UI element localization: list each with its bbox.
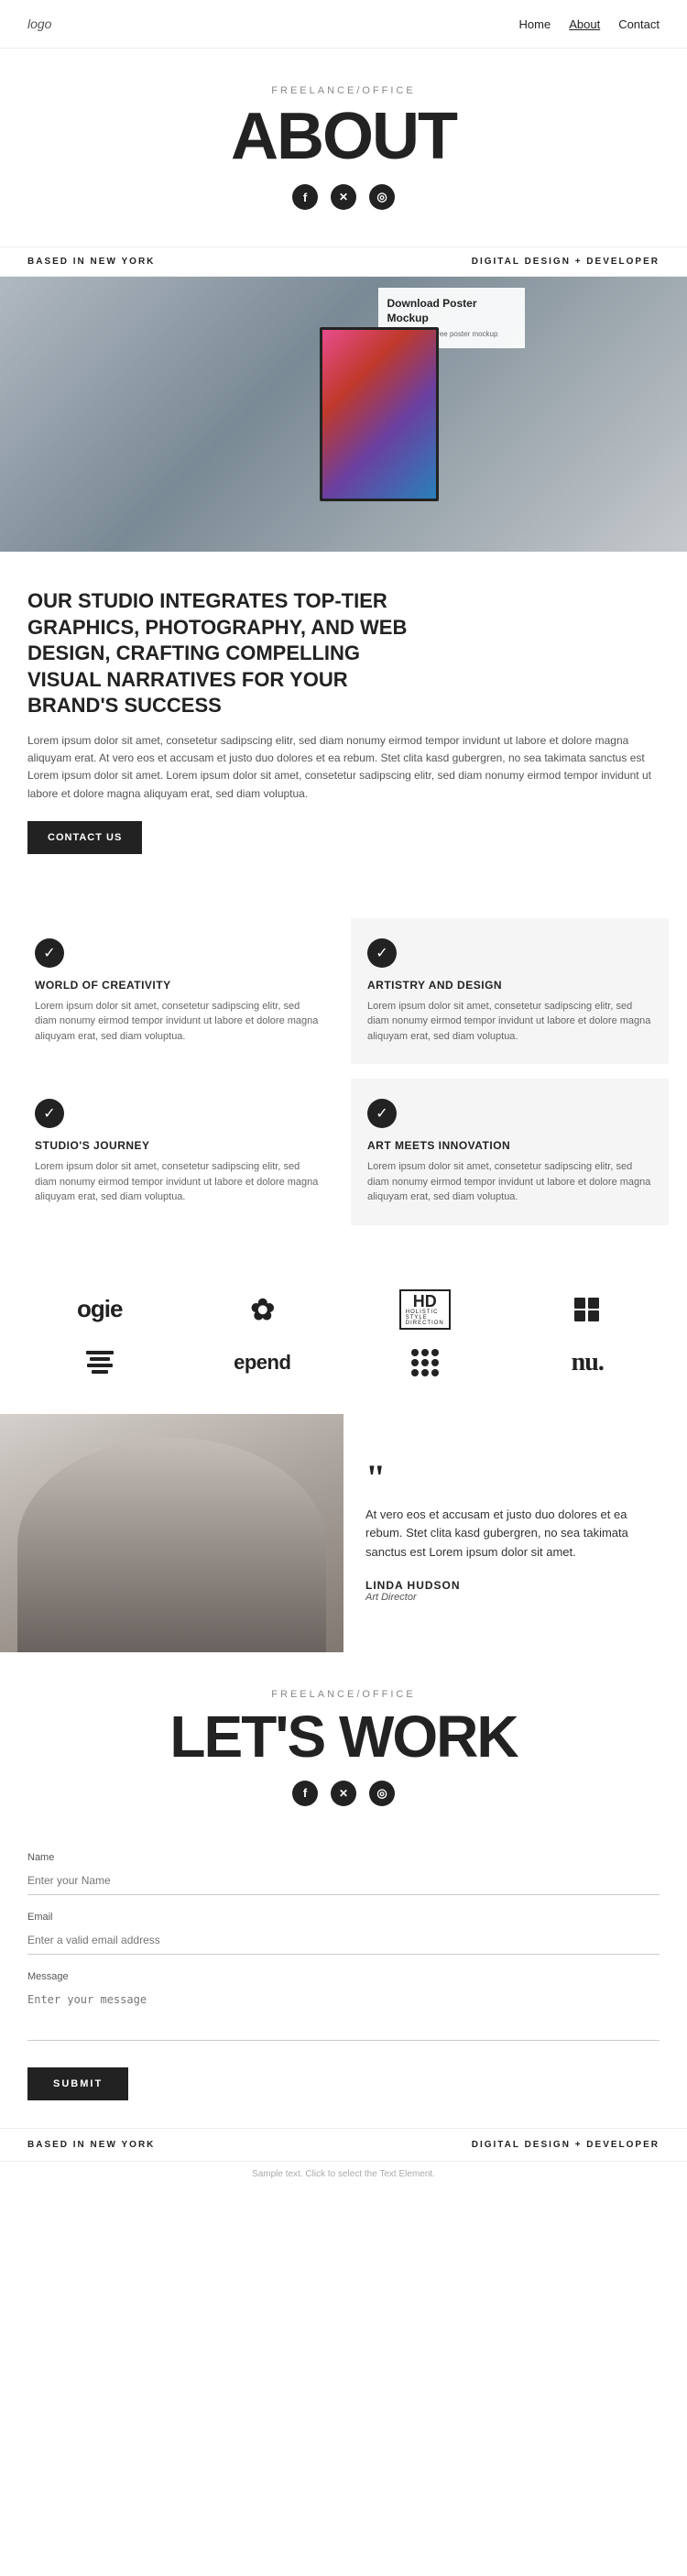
feature-card-3: ✓ ART MEETS INNOVATION Lorem ipsum dolor…: [351, 1079, 669, 1225]
nav-contact[interactable]: Contact: [618, 17, 660, 31]
contact-form: Name Email Message SUBMIT: [0, 1834, 687, 2128]
nav-home[interactable]: Home: [519, 17, 551, 31]
hero-sublabel: FREELANCE/OFFICE: [18, 85, 669, 96]
footer-sample-text: Sample text. Click to select the Text El…: [0, 2161, 687, 2187]
studio-body: Lorem ipsum dolor sit amet, consetetur s…: [27, 732, 660, 803]
check-icon-2: ✓: [35, 1099, 64, 1128]
name-input[interactable]: [27, 1867, 660, 1895]
feature-card-0: ✓ WORLD OF CREATIVITY Lorem ipsum dolor …: [18, 918, 336, 1065]
hero-socials: f ✕ ◎: [18, 184, 669, 210]
studio-title: OUR STUDIO INTEGRATES TOP-TIER GRAPHICS,…: [27, 588, 412, 719]
instagram-icon[interactable]: ◎: [369, 184, 395, 210]
hero-section: FREELANCE/OFFICE ABOUT f ✕ ◎: [0, 49, 687, 237]
logo-hd: HD HOLISTICSTYLEDIRECTION: [399, 1289, 451, 1330]
name-label: Name: [27, 1852, 660, 1863]
message-label: Message: [27, 1971, 660, 1982]
features-grid: ✓ WORLD OF CREATIVITY Lorem ipsum dolor …: [18, 918, 669, 1225]
feature-body-0: Lorem ipsum dolor sit amet, consetetur s…: [35, 999, 320, 1045]
feature-card-1: ✓ ARTISTRY AND DESIGN Lorem ipsum dolor …: [351, 918, 669, 1065]
quote-mark: ": [365, 1463, 665, 1493]
x-icon[interactable]: ✕: [331, 184, 356, 210]
logo-dots: [411, 1349, 439, 1376]
feature-title-0: WORLD OF CREATIVITY: [35, 979, 320, 992]
email-input[interactable]: [27, 1926, 660, 1955]
check-icon-0: ✓: [35, 938, 64, 968]
tagline-right: DIGITAL DESIGN + DEVELOPER: [472, 257, 660, 267]
tagline-bar: BASED IN NEW YORK DIGITAL DESIGN + DEVEL…: [0, 247, 687, 277]
logo-epend: epend: [234, 1351, 290, 1375]
logos-grid: ogie ✿ HD HOLISTICSTYLEDIRECTION: [27, 1289, 660, 1377]
feature-body-1: Lorem ipsum dolor sit amet, consetetur s…: [367, 999, 652, 1045]
feature-title-3: ART MEETS INNOVATION: [367, 1139, 652, 1152]
work-socials: f ✕ ◎: [18, 1781, 669, 1806]
work-section: FREELANCE/OFFICE LET'S WORK f ✕ ◎: [0, 1652, 687, 1834]
logo: logo: [27, 16, 51, 31]
work-instagram-icon[interactable]: ◎: [369, 1781, 395, 1806]
logo-ogie: ogie: [77, 1295, 122, 1323]
nav-links: Home About Contact: [519, 17, 660, 31]
feature-title-2: STUDIO'S JOURNEY: [35, 1139, 320, 1152]
message-input[interactable]: [27, 1986, 660, 2041]
hero-title: ABOUT: [18, 104, 669, 170]
submit-button[interactable]: SUBMIT: [27, 2067, 128, 2100]
bottom-right: DIGITAL DESIGN + DEVELOPER: [472, 2140, 660, 2150]
testimonial-image: [0, 1414, 344, 1652]
testimonial-role: Art Director: [365, 1592, 665, 1603]
poster-mockup: [320, 327, 439, 501]
facebook-icon[interactable]: f: [292, 184, 318, 210]
testimonial-name: LINDA HUDSON: [365, 1579, 665, 1592]
studio-section: OUR STUDIO INTEGRATES TOP-TIER GRAPHICS,…: [0, 552, 687, 891]
testimonial-text: At vero eos et accusam et justo duo dolo…: [365, 1506, 665, 1562]
logos-section: ogie ✿ HD HOLISTICSTYLEDIRECTION: [0, 1253, 687, 1414]
email-label: Email: [27, 1912, 660, 1923]
features-section: ✓ WORLD OF CREATIVITY Lorem ipsum dolor …: [0, 891, 687, 1253]
feature-body-2: Lorem ipsum dolor sit amet, consetetur s…: [35, 1159, 320, 1205]
logo-flower: ✿: [250, 1292, 274, 1327]
work-x-icon[interactable]: ✕: [331, 1781, 356, 1806]
work-facebook-icon[interactable]: f: [292, 1781, 318, 1806]
tagline-left: BASED IN NEW YORK: [27, 257, 155, 267]
work-title: LET'S WORK: [18, 1707, 669, 1766]
hero-image: Download Poster Mockup Download this fre…: [0, 277, 687, 552]
feature-card-2: ✓ STUDIO'S JOURNEY Lorem ipsum dolor sit…: [18, 1079, 336, 1225]
contact-us-button[interactable]: CONTACT US: [27, 821, 142, 854]
testimonial-section: " At vero eos et accusam et justo duo do…: [0, 1414, 687, 1652]
logo-stack: [86, 1351, 114, 1374]
bottom-bar: BASED IN NEW YORK DIGITAL DESIGN + DEVEL…: [0, 2128, 687, 2161]
check-icon-3: ✓: [367, 1099, 397, 1128]
feature-title-1: ARTISTRY AND DESIGN: [367, 979, 652, 992]
navigation: logo Home About Contact: [0, 0, 687, 49]
testimonial-content: " At vero eos et accusam et justo duo do…: [344, 1414, 687, 1652]
logo-grid: [574, 1298, 600, 1321]
nav-about[interactable]: About: [569, 17, 600, 31]
logo-nu: nu.: [572, 1348, 604, 1377]
poster-headline: Download Poster Mockup: [387, 297, 516, 325]
check-icon-1: ✓: [367, 938, 397, 968]
work-sublabel: FREELANCE/OFFICE: [18, 1689, 669, 1700]
feature-body-3: Lorem ipsum dolor sit amet, consetetur s…: [367, 1159, 652, 1205]
bottom-left: BASED IN NEW YORK: [27, 2140, 155, 2150]
